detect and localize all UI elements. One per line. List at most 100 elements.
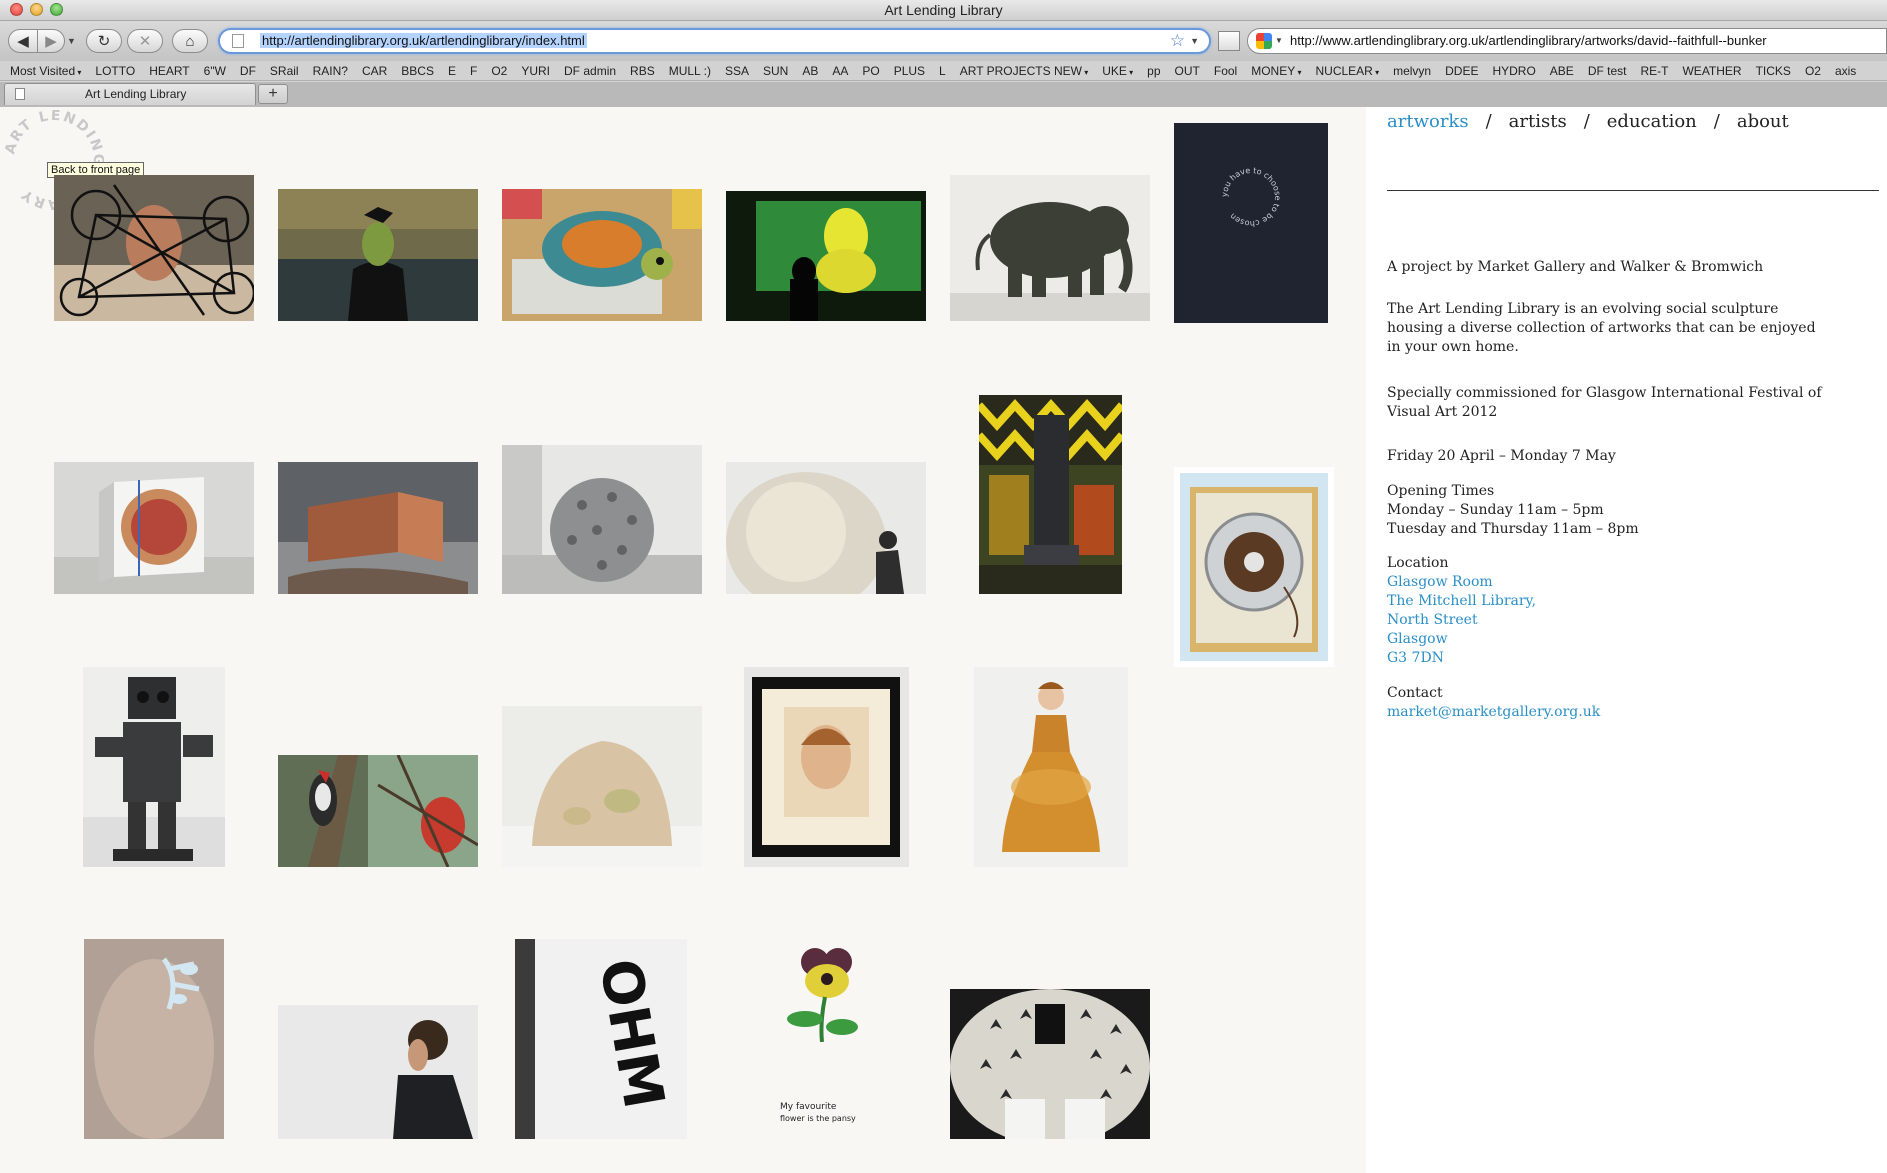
bookmark-item[interactable]: NUCLEAR <box>1315 64 1379 78</box>
bookmark-item[interactable]: WEATHER <box>1682 64 1741 78</box>
bookmark-item[interactable]: axis <box>1835 64 1856 78</box>
bookmark-item[interactable]: AB <box>802 64 818 78</box>
search-engine-dropdown-icon[interactable]: ▼ <box>1275 36 1283 45</box>
artwork-thumb-man-against-wall[interactable] <box>278 1005 478 1139</box>
artwork-thumb-zigzag-painting[interactable] <box>979 395 1122 594</box>
bookmark-item[interactable]: YURI <box>521 64 550 78</box>
nav-artworks[interactable]: artworks <box>1387 111 1469 132</box>
artwork-thumb-painted-box[interactable] <box>54 462 254 594</box>
bookmark-item[interactable]: 6"W <box>204 64 226 78</box>
pansy-flower-image <box>770 1047 890 1119</box>
bookmark-item[interactable]: SRail <box>270 64 299 78</box>
location-link[interactable]: Glasgow Room <box>1387 573 1827 592</box>
bookmark-item[interactable]: CAR <box>362 64 387 78</box>
nav-education[interactable]: education <box>1607 111 1697 132</box>
artwork-thumb-faded-figure-branch[interactable] <box>84 939 224 1139</box>
artwork-image <box>950 175 1150 321</box>
nav-artists[interactable]: artists <box>1509 111 1567 132</box>
bookmark-item[interactable]: SUN <box>763 64 788 78</box>
artwork-thumb-beaded-tortoise[interactable] <box>502 189 702 321</box>
nav-separator: / <box>1713 111 1720 132</box>
address-input[interactable]: http://artlendinglibrary.org.uk/artlendi… <box>260 33 587 48</box>
bookmark-item[interactable]: ART PROJECTS NEW <box>960 64 1089 78</box>
bookmark-item[interactable]: PLUS <box>894 64 925 78</box>
artwork-thumb-circle-text-book[interactable]: you have to choose to be chosen <box>1174 123 1328 323</box>
artwork-thumb-video-projection[interactable] <box>726 191 926 321</box>
artwork-thumb-masked-figure[interactable] <box>278 189 478 321</box>
tab-art-lending-library[interactable]: Art Lending Library <box>4 83 256 105</box>
bookmark-item[interactable]: OUT <box>1175 64 1200 78</box>
artwork-thumb-spiked-sphere[interactable] <box>502 445 702 594</box>
artwork-thumb-white-sculpture-man[interactable] <box>726 462 926 594</box>
bookmark-item[interactable]: ABE <box>1550 64 1574 78</box>
bookmark-item[interactable]: Fool <box>1214 64 1237 78</box>
bookmark-item[interactable]: E <box>448 64 456 78</box>
bookmark-item[interactable]: RE-T <box>1640 64 1668 78</box>
contact-email-link[interactable]: market@marketgallery.org.uk <box>1387 703 1827 722</box>
artwork-thumb-golden-dress-figure[interactable] <box>974 667 1128 867</box>
contact: Contact market@marketgallery.org.uk <box>1387 684 1827 722</box>
forward-button[interactable]: ▶ <box>37 29 65 53</box>
address-bar[interactable]: http://artlendinglibrary.org.uk/artlendi… <box>218 28 1211 54</box>
feed-icon[interactable] <box>1218 31 1240 51</box>
bookmark-item[interactable]: Most Visited <box>10 64 81 78</box>
bookmark-item[interactable]: DF admin <box>564 64 616 78</box>
history-dropdown-icon[interactable]: ▼ <box>67 36 76 46</box>
contact-heading: Contact <box>1387 685 1443 701</box>
bookmark-item[interactable]: O2 <box>1805 64 1821 78</box>
bookmark-item[interactable]: HYDRO <box>1492 64 1535 78</box>
bookmark-item[interactable]: HEART <box>149 64 189 78</box>
bookmark-item[interactable]: DDEE <box>1445 64 1478 78</box>
bookmark-item[interactable]: DF test <box>1588 64 1627 78</box>
new-tab-button[interactable]: + <box>258 84 288 104</box>
artwork-thumb-pansy-flower[interactable] <box>770 947 870 1042</box>
nav-separator: / <box>1485 111 1492 132</box>
google-search-engine-icon[interactable] <box>1256 33 1272 49</box>
url-history-dropdown-icon[interactable]: ▼ <box>1190 36 1199 46</box>
bookmark-item[interactable]: RAIN? <box>313 64 348 78</box>
artwork-image <box>502 189 702 321</box>
artwork-thumb-brick-wall-model[interactable] <box>278 462 478 594</box>
bookmark-item[interactable]: UKE <box>1102 64 1133 78</box>
reload-button[interactable]: ↻ <box>86 29 122 53</box>
back-button[interactable]: ◀ <box>8 29 38 53</box>
bookmark-item[interactable]: MULL :) <box>669 64 711 78</box>
artwork-thumb-ohm-banner[interactable]: OHM <box>515 939 687 1139</box>
location-link[interactable]: The Mitchell Library, <box>1387 592 1827 611</box>
bookmark-item[interactable]: pp <box>1147 64 1160 78</box>
artwork-thumb-plane-wallpaper-room[interactable] <box>950 989 1150 1139</box>
bookmark-item[interactable]: MONEY <box>1251 64 1301 78</box>
bookmark-item[interactable]: PO <box>862 64 879 78</box>
artwork-thumb-framed-portrait[interactable] <box>744 667 909 867</box>
artwork-thumb-elephant-sculpture[interactable] <box>950 175 1150 321</box>
location-link[interactable]: North Street <box>1387 611 1827 630</box>
nav-about[interactable]: about <box>1737 111 1789 132</box>
search-bar[interactable]: ▼ http://www.artlendinglibrary.org.uk/ar… <box>1247 28 1887 54</box>
artwork-thumb-woodpecker[interactable] <box>278 755 478 867</box>
location-link[interactable]: Glasgow <box>1387 630 1827 649</box>
artwork-image <box>950 989 1150 1139</box>
nav-separator: / <box>1583 111 1590 132</box>
bookmark-item[interactable]: melvyn <box>1393 64 1431 78</box>
bookmark-item[interactable]: SSA <box>725 64 749 78</box>
location-link[interactable]: G3 7DN <box>1387 649 1827 668</box>
artwork-thumb-wooden-robot[interactable] <box>83 667 225 867</box>
artwork-image <box>278 755 478 867</box>
search-input[interactable]: http://www.artlendinglibrary.org.uk/artl… <box>1290 33 1767 48</box>
artwork-thumb-rock-sculpture[interactable] <box>502 706 702 867</box>
stop-button[interactable]: ✕ <box>127 29 163 53</box>
bookmark-item[interactable]: O2 <box>491 64 507 78</box>
bookmark-item[interactable]: RBS <box>630 64 655 78</box>
bookmark-item[interactable]: LOTTO <box>95 64 135 78</box>
bookmark-star-icon[interactable]: ☆ <box>1170 31 1185 51</box>
bookmark-item[interactable]: TICKS <box>1756 64 1791 78</box>
bookmark-item[interactable]: L <box>939 64 946 78</box>
bookmark-item[interactable]: BBCS <box>401 64 434 78</box>
artwork-thumb-tape-reel[interactable] <box>1174 467 1334 667</box>
artwork-thumb-face-drawing[interactable] <box>54 175 254 321</box>
artwork-image <box>278 1005 478 1139</box>
bookmark-item[interactable]: F <box>470 64 477 78</box>
home-button[interactable]: ⌂ <box>172 29 208 53</box>
bookmark-item[interactable]: DF <box>240 64 256 78</box>
bookmark-item[interactable]: AA <box>832 64 848 78</box>
